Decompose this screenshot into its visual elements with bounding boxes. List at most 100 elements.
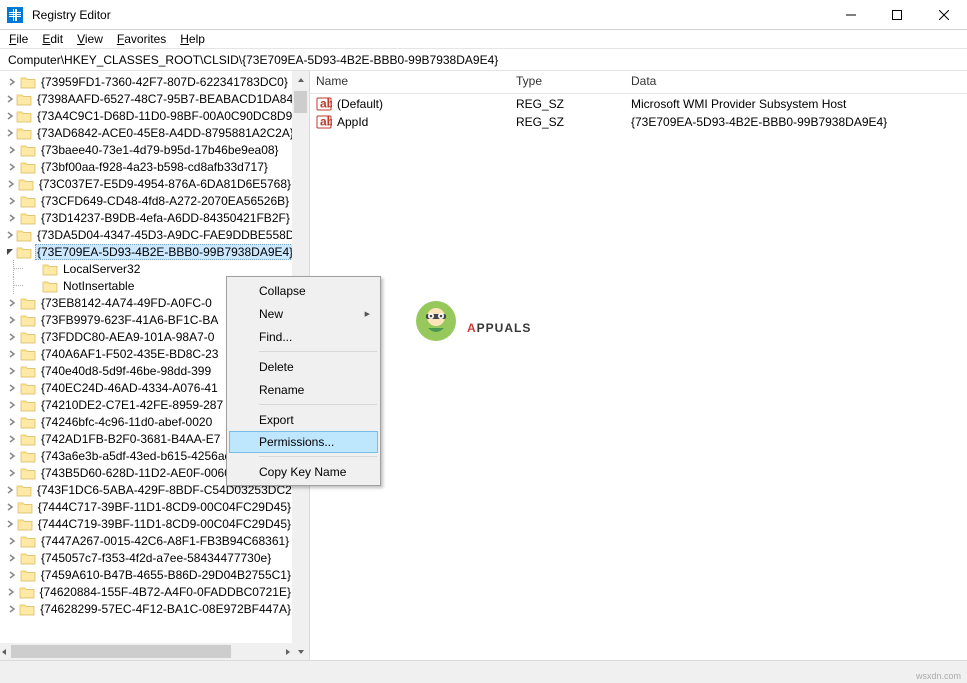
expand-icon[interactable] [6, 127, 14, 139]
tree-item[interactable]: {73C037E7-E5D9-4954-876A-6DA81D6E5768} [0, 175, 292, 192]
menu-view[interactable]: View [70, 31, 110, 47]
tree-item[interactable]: {74620884-155F-4B72-A4F0-0FADDBC0721E} [0, 583, 292, 600]
scroll-thumb-h[interactable] [11, 645, 231, 658]
tree-item[interactable]: {74628299-57EC-4F12-BA1C-08E972BF447A} [0, 600, 292, 617]
menu-favorites[interactable]: Favorites [110, 31, 173, 47]
tree-item[interactable]: {745057c7-f353-4f2d-a7ee-58434477730e} [0, 549, 292, 566]
expand-icon[interactable] [6, 518, 15, 530]
folder-icon [18, 177, 34, 191]
list-row[interactable]: AppIdREG_SZ{73E709EA-5D93-4B2E-BBB0-99B7… [310, 113, 967, 131]
tree-item[interactable]: LocalServer32 [0, 260, 292, 277]
folder-icon [20, 398, 36, 412]
col-type[interactable]: Type [510, 71, 625, 93]
folder-icon [42, 279, 58, 293]
folder-icon [20, 364, 36, 378]
tree-item[interactable]: {73AD6842-ACE0-45E8-A4DD-8795881A2C2A} [0, 124, 292, 141]
expand-icon[interactable] [6, 501, 15, 513]
expand-icon[interactable] [6, 586, 17, 598]
expand-icon[interactable] [6, 399, 18, 411]
folder-icon [20, 466, 36, 480]
folder-icon [20, 330, 36, 344]
expand-icon[interactable] [6, 144, 18, 156]
expand-icon[interactable] [6, 433, 18, 445]
expand-icon[interactable] [6, 365, 18, 377]
col-data[interactable]: Data [625, 71, 967, 93]
context-item[interactable]: Collapse [229, 279, 378, 302]
tree-item[interactable]: {73959FD1-7360-42F7-807D-622341783DC0} [0, 73, 292, 90]
tree-hscrollbar[interactable] [0, 643, 292, 660]
expand-icon[interactable] [6, 297, 18, 309]
tree-item-label: {73D14237-B9DB-4efa-A6DD-84350421FB2F} [40, 211, 291, 225]
menu-help[interactable]: Help [173, 31, 212, 47]
context-item[interactable]: Rename [229, 378, 378, 401]
expand-icon[interactable] [6, 212, 18, 224]
tree-item[interactable]: {73DA5D04-4347-45D3-A9DC-FAE9DDBE558D} [0, 226, 292, 243]
context-item[interactable]: Find... [229, 325, 378, 348]
expand-icon[interactable] [6, 76, 18, 88]
expand-icon[interactable] [6, 382, 18, 394]
tree-item-label: {742AD1FB-B2F0-3681-B4AA-E7 [40, 432, 221, 446]
expand-icon[interactable] [6, 535, 18, 547]
expand-icon[interactable] [6, 161, 18, 173]
expand-icon[interactable] [6, 195, 18, 207]
footer-text: wsxdn.com [916, 671, 961, 681]
expand-icon[interactable] [6, 467, 18, 479]
list-row[interactable]: (Default)REG_SZMicrosoft WMI Provider Su… [310, 95, 967, 113]
expand-icon[interactable] [6, 484, 14, 496]
tree-item[interactable]: {7444C719-39BF-11D1-8CD9-00C04FC29D45} [0, 515, 292, 532]
minimize-button[interactable] [828, 0, 874, 30]
expand-icon[interactable] [6, 348, 18, 360]
tree-item[interactable]: {7444C717-39BF-11D1-8CD9-00C04FC29D45} [0, 498, 292, 515]
folder-icon [20, 381, 36, 395]
tree-item[interactable]: {7398AAFD-6527-48C7-95B7-BEABACD1DA84} [0, 90, 292, 107]
scroll-thumb-v[interactable] [294, 91, 307, 113]
tree-item[interactable]: {73E709EA-5D93-4B2E-BBB0-99B7938DA9E4} [0, 243, 292, 260]
string-value-icon [316, 96, 332, 112]
context-item[interactable]: Permissions... [229, 431, 378, 453]
context-item[interactable]: Export [229, 408, 378, 431]
folder-icon [20, 194, 36, 208]
context-item[interactable]: Copy Key Name [229, 460, 378, 483]
tree-item[interactable]: {73bf00aa-f928-4a23-b598-cd8afb33d717} [0, 158, 292, 175]
expand-icon[interactable] [6, 569, 18, 581]
expand-icon[interactable] [6, 450, 18, 462]
folder-icon [17, 500, 33, 514]
expand-icon[interactable] [6, 93, 14, 105]
tree-item-label: {73EB8142-4A74-49FD-A0FC-0 [40, 296, 213, 310]
folder-icon [20, 534, 36, 548]
context-item[interactable]: Delete [229, 355, 378, 378]
value-type: REG_SZ [510, 97, 625, 111]
tree-item[interactable]: {73D14237-B9DB-4efa-A6DD-84350421FB2F} [0, 209, 292, 226]
expand-icon[interactable] [6, 110, 14, 122]
list-rows[interactable]: (Default)REG_SZMicrosoft WMI Provider Su… [310, 94, 967, 131]
scroll-left-button[interactable] [0, 643, 8, 660]
scroll-right-button[interactable] [284, 643, 292, 660]
expand-icon[interactable] [6, 229, 14, 241]
scroll-up-button[interactable] [292, 71, 309, 88]
expand-icon[interactable] [6, 331, 18, 343]
menu-file[interactable]: File [2, 31, 35, 47]
maximize-button[interactable] [874, 0, 920, 30]
scroll-down-button[interactable] [292, 643, 309, 660]
context-item[interactable]: New [229, 302, 378, 325]
expand-icon[interactable] [6, 603, 17, 615]
expand-icon[interactable] [6, 416, 18, 428]
menu-edit[interactable]: Edit [35, 31, 70, 47]
tree-item[interactable]: {73A4C9C1-D68D-11D0-98BF-00A0C90DC8D9} [0, 107, 292, 124]
expand-icon[interactable] [6, 314, 18, 326]
col-name[interactable]: Name [310, 71, 510, 93]
tree-item[interactable]: {73CFD649-CD48-4fd8-A272-2070EA56526B} [0, 192, 292, 209]
expand-icon[interactable] [6, 178, 16, 190]
scroll-track-h[interactable] [8, 643, 284, 660]
tree-item[interactable]: {73baee40-73e1-4d79-b95d-17b46be9ea08} [0, 141, 292, 158]
expand-icon[interactable] [6, 552, 18, 564]
address-input[interactable] [6, 51, 961, 69]
folder-icon [20, 160, 36, 174]
tree-item[interactable]: {7459A610-B47B-4655-B86D-29D04B2755C1} [0, 566, 292, 583]
context-separator [259, 404, 377, 405]
tree-item[interactable]: {7447A267-0015-42C6-A8F1-FB3B94C68361} [0, 532, 292, 549]
value-data: {73E709EA-5D93-4B2E-BBB0-99B7938DA9E4} [625, 115, 967, 129]
collapse-icon[interactable] [6, 246, 14, 258]
close-button[interactable] [920, 0, 967, 30]
tree-item-label: {73FDDC80-AEA9-101A-98A7-0 [40, 330, 215, 344]
